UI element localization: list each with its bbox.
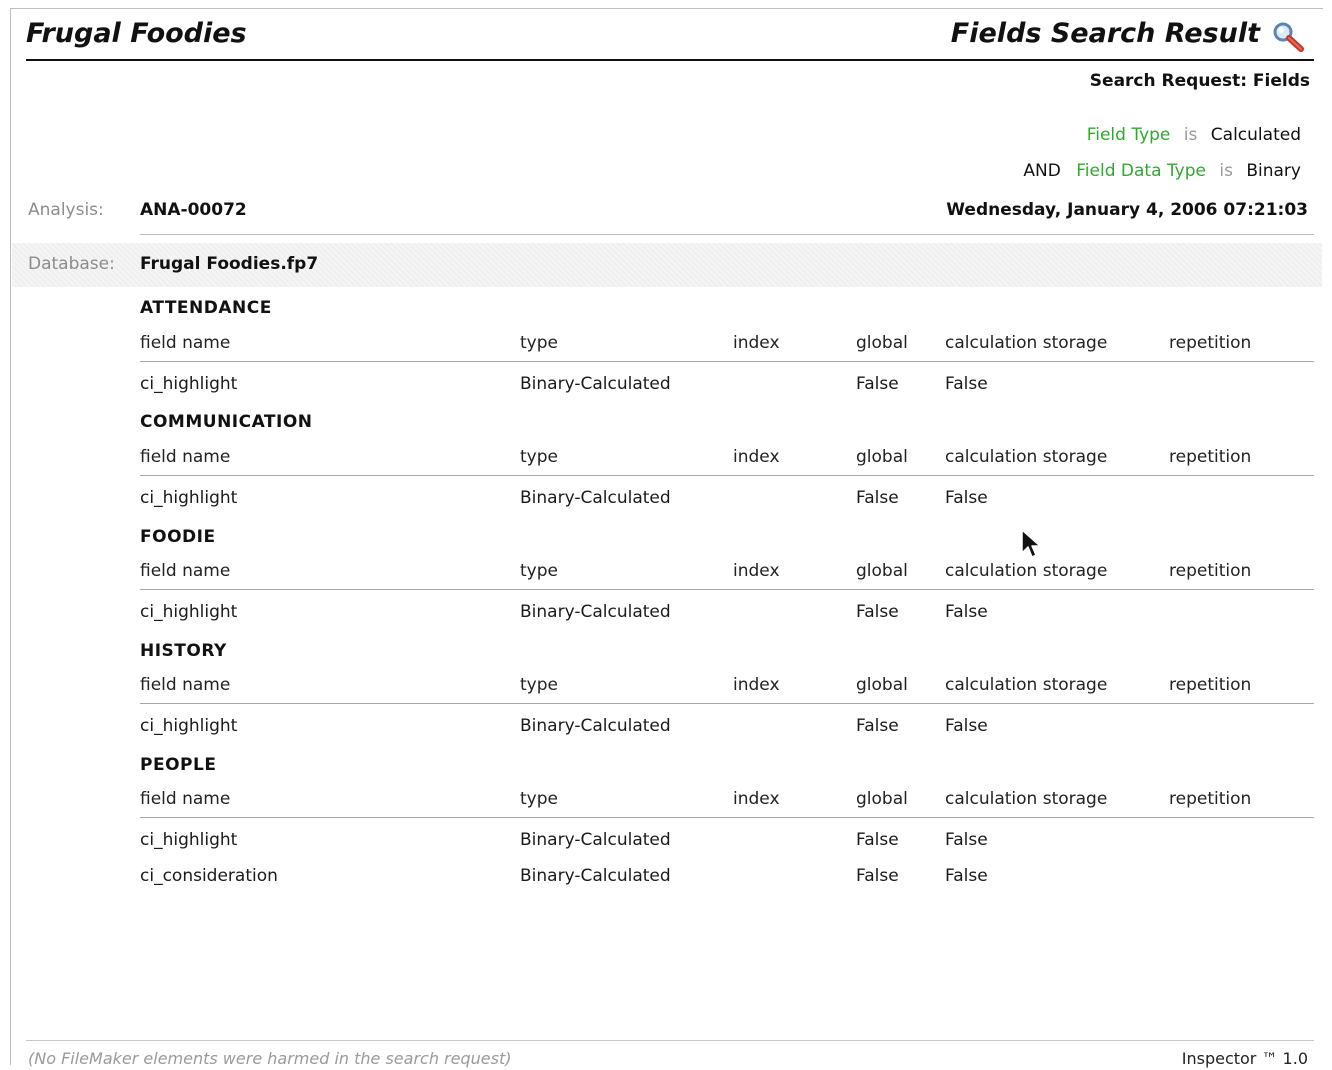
cell-field-name: ci_highlight: [140, 716, 238, 736]
col-header-type: type: [520, 447, 558, 467]
col-header-field-name: field name: [140, 789, 231, 809]
table-name: PEOPLE: [140, 755, 217, 775]
cell-global: False: [856, 716, 899, 736]
col-header-field-name: field name: [140, 675, 231, 695]
col-header-type: type: [520, 675, 558, 695]
col-header-calc-storage: calculation storage: [945, 447, 1108, 467]
cell-calc-storage: False: [945, 830, 988, 850]
cell-global: False: [856, 866, 899, 886]
database-value: Frugal Foodies.fp7: [140, 254, 319, 274]
criterion-1: Field Type is Calculated: [1087, 125, 1301, 145]
cell-type: Binary-Calculated: [520, 602, 671, 622]
col-header-global: global: [856, 561, 908, 581]
col-header-repetition: repetition: [1169, 789, 1252, 809]
header-divider: [140, 589, 1314, 590]
table-name: HISTORY: [140, 641, 227, 661]
cell-global: False: [856, 830, 899, 850]
col-header-field-name: field name: [140, 561, 231, 581]
col-header-repetition: repetition: [1169, 447, 1252, 467]
cell-field-name: ci_highlight: [140, 374, 238, 394]
report-date: Wednesday, January 4, 2006 07:21:03: [946, 200, 1308, 220]
col-header-calc-storage: calculation storage: [945, 675, 1108, 695]
col-header-index: index: [733, 447, 780, 467]
analysis-value: ANA-00072: [140, 200, 247, 220]
footer-divider: [26, 1040, 1314, 1041]
cell-global: False: [856, 602, 899, 622]
cell-type: Binary-Calculated: [520, 488, 671, 508]
cell-calc-storage: False: [945, 488, 988, 508]
criterion-field: Field Type: [1086, 125, 1171, 145]
col-header-global: global: [856, 447, 908, 467]
cell-calc-storage: False: [945, 716, 988, 736]
table-name: ATTENDANCE: [140, 298, 272, 318]
cell-global: False: [856, 488, 899, 508]
col-header-repetition: repetition: [1169, 561, 1252, 581]
cell-type: Binary-Calculated: [520, 716, 671, 736]
cell-type: Binary-Calculated: [520, 830, 671, 850]
header-divider: [140, 817, 1314, 818]
app-title: Frugal Foodies: [26, 18, 247, 49]
magnifier-icon: [1273, 22, 1304, 52]
cell-type: Binary-Calculated: [520, 866, 671, 886]
col-header-field-name: field name: [140, 333, 231, 353]
header-divider: [140, 703, 1314, 704]
criterion-field: Field Data Type: [1076, 161, 1206, 181]
criterion-operator: is: [1219, 161, 1233, 181]
title-divider: [26, 59, 1314, 61]
col-header-index: index: [733, 333, 780, 353]
cell-field-name: ci_highlight: [140, 830, 238, 850]
analysis-label: Analysis:: [28, 200, 104, 220]
product-version: Inspector ™ 1.0: [1181, 1049, 1308, 1068]
col-header-type: type: [520, 789, 558, 809]
col-header-type: type: [520, 333, 558, 353]
table-name: COMMUNICATION: [140, 412, 313, 432]
cell-type: Binary-Calculated: [520, 374, 671, 394]
mouse-cursor-icon: [1021, 529, 1041, 558]
table-name: FOODIE: [140, 527, 216, 547]
col-header-index: index: [733, 561, 780, 581]
col-header-calc-storage: calculation storage: [945, 333, 1108, 353]
col-header-global: global: [856, 675, 908, 695]
cell-global: False: [856, 374, 899, 394]
analysis-divider: [140, 234, 1314, 235]
col-header-global: global: [856, 333, 908, 353]
cell-field-name: ci_consideration: [140, 866, 278, 886]
cell-field-name: ci_highlight: [140, 488, 238, 508]
col-header-calc-storage: calculation storage: [945, 561, 1108, 581]
col-header-repetition: repetition: [1169, 675, 1252, 695]
criterion-value: Calculated: [1210, 125, 1301, 145]
col-header-index: index: [733, 789, 780, 809]
col-header-global: global: [856, 789, 908, 809]
cell-calc-storage: False: [945, 602, 988, 622]
criterion-operator: is: [1183, 125, 1198, 145]
cell-calc-storage: False: [945, 374, 988, 394]
header-divider: [140, 361, 1314, 362]
database-label: Database:: [28, 254, 115, 274]
header-divider: [140, 475, 1314, 476]
cell-calc-storage: False: [945, 866, 988, 886]
col-header-index: index: [733, 675, 780, 695]
footer-note: (No FileMaker elements were harmed in th…: [28, 1049, 512, 1068]
col-header-field-name: field name: [140, 447, 231, 467]
cell-field-name: ci_highlight: [140, 602, 238, 622]
col-header-repetition: repetition: [1169, 333, 1252, 353]
col-header-calc-storage: calculation storage: [945, 789, 1108, 809]
search-request-label: Search Request: Fields: [1089, 71, 1310, 91]
criterion-conjunction: AND: [1023, 161, 1061, 181]
report-title: Fields Search Result: [950, 18, 1260, 49]
criterion-value: Binary: [1246, 161, 1301, 181]
criterion-2: AND Field Data Type is Binary: [1023, 161, 1301, 181]
col-header-type: type: [520, 561, 558, 581]
